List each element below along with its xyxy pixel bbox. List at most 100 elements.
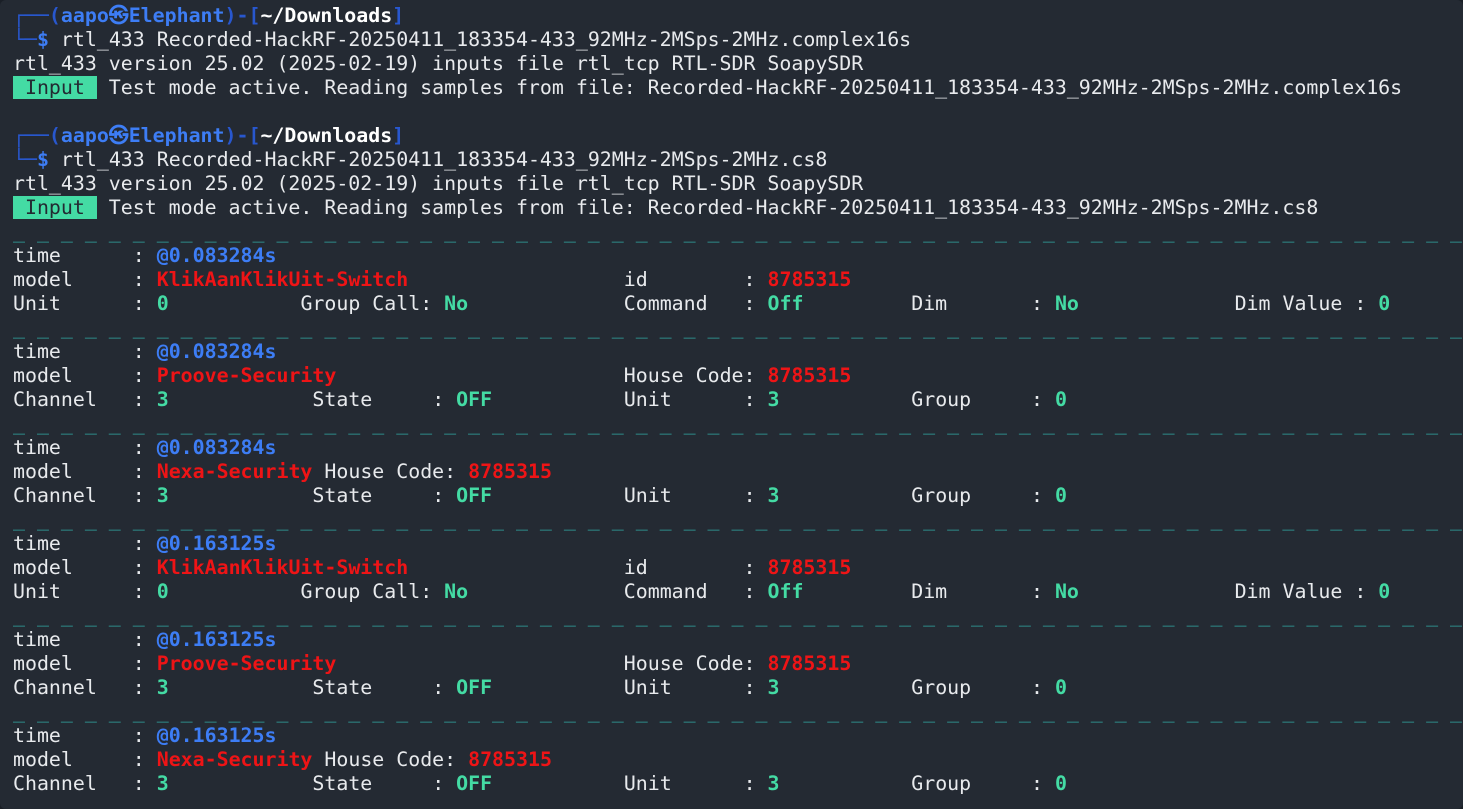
field-label: Channel: [13, 484, 97, 507]
time-line: time : @0.163125s: [13, 532, 1463, 556]
field-label: Dim Value: [1235, 580, 1355, 603]
state-value: OFF: [456, 772, 492, 795]
prompt-user-host: aapo㉿Elephant: [61, 4, 225, 27]
field-label: Unit: [624, 388, 672, 411]
text-segment: [648, 556, 744, 579]
text-segment: :: [1031, 580, 1055, 603]
text-segment: :: [133, 388, 157, 411]
time-value: @0.163125s: [157, 532, 277, 555]
record-separator: _ _ _ _ _ _ _ _ _ _ _ _ _ _ _ _ _ _ _ _ …: [13, 316, 1463, 340]
text-segment: [971, 388, 1031, 411]
field-label: time: [13, 628, 61, 651]
prompt-frame: ┌──(: [13, 4, 61, 27]
text-segment: [73, 460, 133, 483]
text-segment: [61, 580, 133, 603]
text-segment: [372, 772, 432, 795]
text-segment: [708, 292, 744, 315]
text-segment: :: [432, 676, 456, 699]
version-line: rtl_433 version 25.02 (2025-02-19) input…: [13, 172, 1463, 196]
channel-value: 3: [157, 772, 169, 795]
text-segment: :: [1031, 772, 1055, 795]
text-segment: [971, 676, 1031, 699]
prompt-symbol: $: [37, 148, 49, 171]
text-segment: :: [133, 484, 157, 507]
field-label: Group: [911, 772, 971, 795]
version-text: rtl_433 version 25.02 (2025-02-19) input…: [13, 52, 863, 75]
field-label: State: [312, 772, 372, 795]
text-segment: [61, 340, 133, 363]
field-label: model: [13, 556, 73, 579]
field-label: Channel: [13, 772, 97, 795]
text-segment: [97, 676, 133, 699]
field-label: Dim Value: [1235, 292, 1355, 315]
text-segment: :: [744, 556, 768, 579]
dim-value-value: 0: [1378, 580, 1390, 603]
record-separator: _ _ _ _ _ _ _ _ _ _ _ _ _ _ _ _ _ _ _ _ …: [13, 604, 1463, 628]
text-segment: :: [432, 484, 456, 507]
model-value: KlikAanKlikUit-Switch: [157, 556, 408, 579]
field-label: Group Call:: [300, 580, 444, 603]
record-separator: _ _ _ _ _ _ _ _ _ _ _ _ _ _ _ _ _ _ _ _ …: [13, 796, 1463, 809]
field-label: House Code:: [324, 460, 468, 483]
text-segment: [97, 484, 133, 507]
fields-line: Unit : 0 Group Call: No Command : Off Di…: [13, 580, 1463, 604]
field-label: Group Call:: [300, 292, 444, 315]
text-segment: [672, 676, 744, 699]
fields-line: Channel : 3 State : OFF Unit : 3 Group :…: [13, 388, 1463, 412]
text-segment: [61, 628, 133, 651]
text-segment: :: [133, 556, 157, 579]
field-label: Unit: [13, 580, 61, 603]
house-code-value: 8785315: [767, 652, 851, 675]
state-value: OFF: [456, 484, 492, 507]
dim-value: No: [1055, 580, 1079, 603]
group-value: 0: [1055, 772, 1067, 795]
text-segment: :: [744, 772, 768, 795]
field-label: House Code:: [324, 748, 468, 771]
field-label: State: [312, 388, 372, 411]
text-segment: [73, 748, 133, 771]
text-segment: :: [133, 268, 157, 291]
text-segment: [780, 772, 912, 795]
prompt-frame: └─: [13, 148, 37, 171]
text-segment: :: [133, 364, 157, 387]
state-value: OFF: [456, 676, 492, 699]
text-segment: [672, 772, 744, 795]
model-line: model : KlikAanKlikUit-Switch id : 87853…: [13, 268, 1463, 292]
version-line: rtl_433 version 25.02 (2025-02-19) input…: [13, 52, 1463, 76]
house-code-value: 8785315: [468, 460, 552, 483]
field-label: Command: [624, 580, 708, 603]
blank-line: [13, 100, 1463, 124]
text-segment: [97, 772, 133, 795]
field-label: Dim: [911, 580, 947, 603]
text-segment: [61, 532, 133, 555]
text-segment: [61, 724, 133, 747]
separator-dashes: _ _ _ _ _ _ _ _ _ _ _ _ _ _ _ _ _ _ _ _ …: [13, 700, 1463, 723]
field-label: model: [13, 460, 73, 483]
field-label: Group: [911, 388, 971, 411]
prompt-frame: )-[: [225, 4, 261, 27]
time-value: @0.083284s: [157, 244, 277, 267]
terminal[interactable]: ┌──(aapo㉿Elephant)-[~/Downloads]└─$ rtl_…: [0, 0, 1463, 809]
prompt-frame: └─: [13, 28, 37, 51]
unit-value: 3: [768, 772, 780, 795]
separator-dashes: _ _ _ _ _ _ _ _ _ _ _ _ _ _ _ _ _ _ _ _ …: [13, 604, 1463, 627]
separator-dashes: _ _ _ _ _ _ _ _ _ _ _ _ _ _ _ _ _ _ _ _ …: [13, 796, 1463, 809]
model-line: model : KlikAanKlikUit-Switch id : 87853…: [13, 556, 1463, 580]
text-segment: [780, 388, 912, 411]
group-call-value: No: [444, 292, 468, 315]
text-segment: [73, 268, 133, 291]
text-segment: [73, 556, 133, 579]
text-segment: :: [744, 268, 768, 291]
field-label: id: [624, 556, 648, 579]
model-value: Nexa-Security: [157, 460, 313, 483]
text-segment: [169, 484, 313, 507]
text-segment: :: [133, 532, 157, 555]
text-segment: :: [133, 580, 157, 603]
text-segment: [97, 388, 133, 411]
input-badge: Input: [13, 196, 97, 219]
text-segment: :: [744, 676, 768, 699]
text-segment: :: [133, 676, 157, 699]
text-segment: :: [133, 436, 157, 459]
text-segment: [468, 292, 624, 315]
group-value: 0: [1055, 676, 1067, 699]
